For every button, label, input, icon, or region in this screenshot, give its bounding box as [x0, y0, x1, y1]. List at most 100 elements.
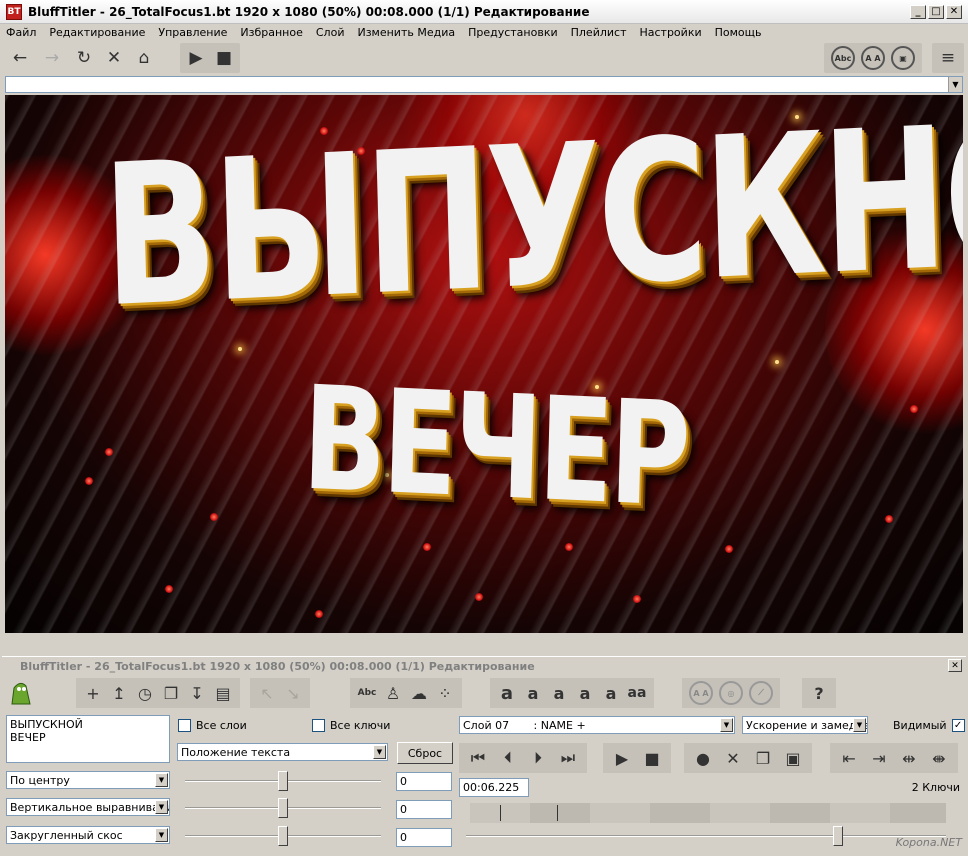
- chevron-down-icon[interactable]: ▼: [720, 718, 733, 732]
- chevron-down-icon[interactable]: ▼: [155, 828, 168, 842]
- hamburger-menu-icon[interactable]: ≡: [936, 46, 960, 70]
- letter-a-icon[interactable]: a: [598, 680, 624, 706]
- menu-playlist[interactable]: Плейлист: [571, 26, 627, 39]
- value-field-2[interactable]: 0: [396, 800, 452, 819]
- next-frame-icon[interactable]: ⏵: [523, 745, 553, 771]
- particles-icon[interactable]: ⁘: [432, 680, 458, 706]
- home-icon[interactable]: ⌂: [132, 46, 156, 70]
- rotate-line-icon[interactable]: ⟋: [749, 681, 773, 705]
- timeline-slider[interactable]: [466, 825, 946, 847]
- layers-icon[interactable]: ❐: [158, 680, 184, 706]
- arrow-nw-icon[interactable]: ↖: [254, 680, 280, 706]
- stop-icon[interactable]: ■: [212, 46, 236, 70]
- all-keys-checkbox-row[interactable]: Все ключи: [312, 719, 390, 732]
- chevron-down-icon[interactable]: ▼: [155, 773, 168, 787]
- visible-checkbox-row[interactable]: Видимый ✓: [893, 719, 965, 732]
- clock-icon[interactable]: ◷: [132, 680, 158, 706]
- key-marker[interactable]: [500, 805, 501, 821]
- letter-a-icon[interactable]: a: [520, 680, 546, 706]
- import-icon[interactable]: ↧: [184, 680, 210, 706]
- key-marker[interactable]: [557, 805, 558, 821]
- abc-icon[interactable]: Abc: [831, 46, 855, 70]
- first-frame-icon[interactable]: ⏮: [463, 745, 493, 771]
- menu-media[interactable]: Изменить Медиа: [357, 26, 455, 39]
- reset-button[interactable]: Сброс: [397, 742, 453, 764]
- key-first-icon[interactable]: ⇤: [834, 745, 864, 771]
- property-select[interactable]: Положение текста ▼: [177, 743, 388, 761]
- play-icon[interactable]: ▶: [184, 46, 208, 70]
- film-icon[interactable]: ▤: [210, 680, 236, 706]
- slider-thumb[interactable]: [278, 798, 288, 818]
- key-next-icon[interactable]: ⇥: [864, 745, 894, 771]
- text-editor[interactable]: ВЫПУСКНОЙ ВЕЧЕР: [6, 715, 170, 763]
- menu-favorites[interactable]: Избранное: [240, 26, 302, 39]
- play-icon[interactable]: ▶: [607, 745, 637, 771]
- letter-a-icon[interactable]: a: [546, 680, 572, 706]
- menu-edit[interactable]: Редактирование: [49, 26, 145, 39]
- add-layer-icon[interactable]: +: [80, 680, 106, 706]
- maximize-button[interactable]: □: [928, 4, 944, 19]
- bottle-icon[interactable]: ♙: [380, 680, 406, 706]
- letter-aa-icon[interactable]: aa: [624, 680, 650, 706]
- time-field[interactable]: 00:06.225: [459, 778, 529, 797]
- all-layers-checkbox-row[interactable]: Все слои: [178, 719, 247, 732]
- abc-text-icon[interactable]: Abc: [354, 680, 380, 706]
- forward-arrow-icon[interactable]: →: [40, 46, 64, 70]
- menu-presets[interactable]: Предустановки: [468, 26, 558, 39]
- arrow-se-icon[interactable]: ↘: [280, 680, 306, 706]
- rotate-target-icon[interactable]: ◎: [719, 681, 743, 705]
- rotate-aa-icon[interactable]: A A: [689, 681, 713, 705]
- aa-icon[interactable]: A A: [861, 46, 885, 70]
- last-frame-icon[interactable]: ⏭: [553, 745, 583, 771]
- all-layers-checkbox[interactable]: [178, 719, 191, 732]
- menu-control[interactable]: Управление: [158, 26, 227, 39]
- document-icon[interactable]: ▣: [891, 46, 915, 70]
- slider-thumb[interactable]: [278, 771, 288, 791]
- timeline-slider-thumb[interactable]: [833, 826, 843, 846]
- slider-1[interactable]: [185, 770, 381, 792]
- key-expand-icon[interactable]: ⇹: [894, 745, 924, 771]
- render-viewport[interactable]: ВЫПУСКНОЙ ВЕЧЕР: [5, 95, 963, 633]
- prev-frame-icon[interactable]: ⏴: [493, 745, 523, 771]
- chevron-down-icon[interactable]: ▼: [155, 800, 168, 814]
- menu-layer[interactable]: Слой: [316, 26, 345, 39]
- all-keys-checkbox[interactable]: [312, 719, 325, 732]
- stop-icon[interactable]: ■: [637, 745, 667, 771]
- align-select[interactable]: По центру ▼: [6, 771, 170, 789]
- minimize-button[interactable]: _: [910, 4, 926, 19]
- menu-help[interactable]: Помощь: [715, 26, 762, 39]
- chevron-down-icon[interactable]: ▼: [853, 718, 866, 732]
- slider-thumb[interactable]: [278, 826, 288, 846]
- layer-select[interactable]: Слой 07 : NAME + ▼: [459, 716, 735, 734]
- menu-file[interactable]: Файл: [6, 26, 36, 39]
- delete-key-icon[interactable]: ✕: [718, 745, 748, 771]
- value-field-3[interactable]: 0: [396, 828, 452, 847]
- timeline-track[interactable]: [470, 803, 946, 823]
- close-button[interactable]: ✕: [946, 4, 962, 19]
- bevel-select[interactable]: Закругленный скос ▼: [6, 826, 170, 844]
- chevron-down-icon[interactable]: ▼: [948, 77, 962, 92]
- letter-a-icon[interactable]: a: [572, 680, 598, 706]
- reload-icon[interactable]: ↻: [72, 46, 96, 70]
- open-folder-icon[interactable]: ↥: [106, 680, 132, 706]
- slider-2[interactable]: [185, 797, 381, 819]
- copy-key-icon[interactable]: ❐: [748, 745, 778, 771]
- menu-settings[interactable]: Настройки: [639, 26, 701, 39]
- value-field-1[interactable]: 0: [396, 772, 452, 791]
- chevron-down-icon[interactable]: ▼: [373, 745, 386, 759]
- save-key-icon[interactable]: ▣: [778, 745, 808, 771]
- stop-nav-icon[interactable]: ✕: [102, 46, 126, 70]
- blob-icon[interactable]: ☁: [406, 680, 432, 706]
- back-arrow-icon[interactable]: ←: [8, 46, 32, 70]
- ease-select[interactable]: Ускорение и замедление ▼: [742, 716, 868, 734]
- playback-group: ▶ ■: [180, 43, 240, 73]
- help-icon[interactable]: ?: [806, 680, 832, 706]
- panel-close-button[interactable]: ✕: [948, 659, 962, 672]
- valign-select[interactable]: Вертикальное выравнивание ▼: [6, 798, 170, 816]
- letter-a-icon[interactable]: a: [494, 680, 520, 706]
- slider-3[interactable]: [185, 825, 381, 847]
- record-icon[interactable]: ●: [688, 745, 718, 771]
- address-combo[interactable]: ▼: [5, 76, 963, 93]
- visible-checkbox[interactable]: ✓: [951, 719, 965, 732]
- key-last-icon[interactable]: ⇼: [924, 745, 954, 771]
